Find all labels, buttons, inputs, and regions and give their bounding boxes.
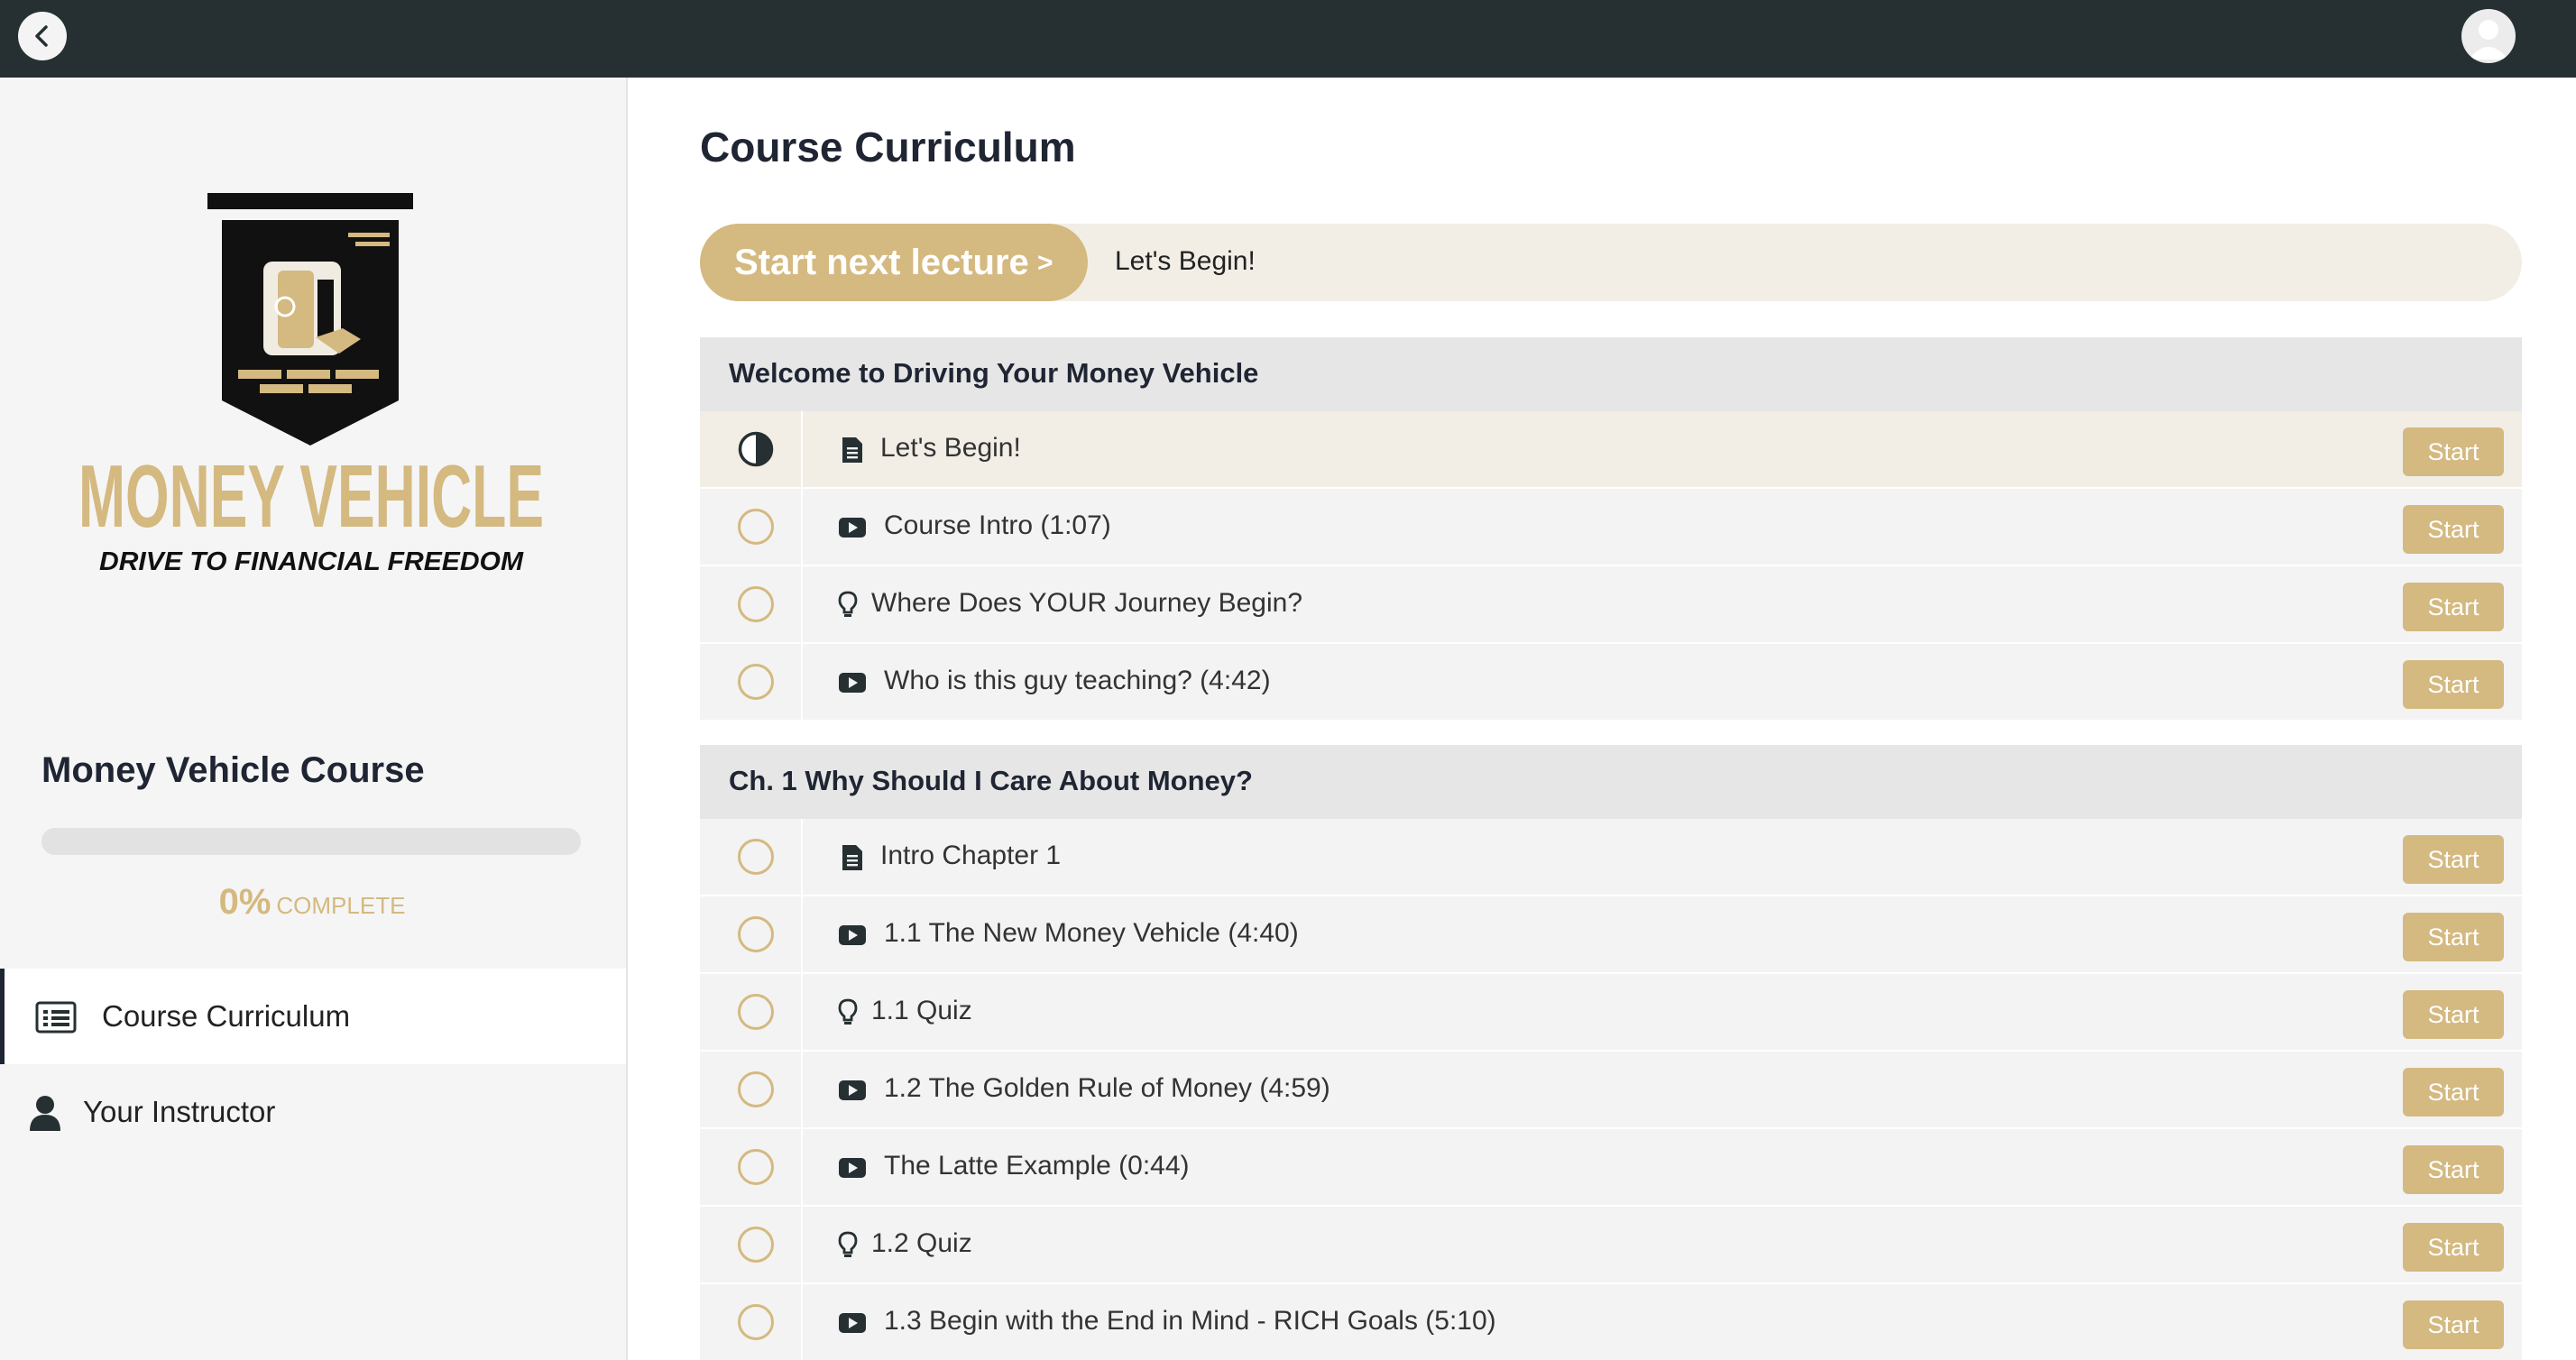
section-header: Ch. 1 Why Should I Care About Money? bbox=[700, 745, 2522, 819]
top-bar bbox=[0, 0, 2576, 78]
start-lecture-button[interactable]: Start bbox=[2403, 1300, 2504, 1349]
progress-bar bbox=[41, 828, 581, 855]
row-divider bbox=[801, 411, 803, 487]
document-icon bbox=[842, 437, 862, 463]
incomplete-status-icon bbox=[738, 509, 774, 545]
incomplete-status-icon bbox=[738, 1304, 774, 1340]
sidebar-item-label: Course Curriculum bbox=[102, 999, 351, 1033]
start-next-lecture-label: Start next lecture bbox=[734, 243, 1029, 282]
lecture-row[interactable]: 1.2 Quiz Start bbox=[700, 1207, 2522, 1282]
back-button[interactable] bbox=[18, 12, 67, 60]
half-complete-icon bbox=[738, 431, 774, 467]
start-lecture-button[interactable]: Start bbox=[2403, 1068, 2504, 1116]
video-play-icon bbox=[839, 1313, 866, 1333]
row-divider bbox=[801, 896, 803, 972]
lecture-row[interactable]: 1.2 The Golden Rule of Money (4:59) Start bbox=[700, 1052, 2522, 1127]
lecture-row[interactable]: Where Does YOUR Journey Begin? Start bbox=[700, 566, 2522, 642]
sidebar: MONEY VEHICLE DRIVE TO FINANCIAL FREEDOM… bbox=[0, 78, 628, 1360]
incomplete-status-icon bbox=[738, 1149, 774, 1185]
row-divider bbox=[801, 489, 803, 565]
incomplete-status-icon bbox=[738, 1071, 774, 1107]
lecture-title: 1.2 The Golden Rule of Money (4:59) bbox=[884, 1073, 1330, 1103]
document-icon bbox=[842, 845, 862, 870]
video-play-icon bbox=[839, 1080, 866, 1100]
lecture-row[interactable]: Let's Begin! Start bbox=[700, 411, 2522, 487]
lecture-title: Who is this guy teaching? (4:42) bbox=[884, 666, 1271, 695]
logo-brand: MONEY VEHICLE bbox=[78, 446, 544, 546]
lecture-row[interactable]: Intro Chapter 1 Start bbox=[700, 819, 2522, 895]
row-divider bbox=[801, 819, 803, 895]
lightbulb-icon bbox=[838, 998, 858, 1025]
lecture-row[interactable]: The Latte Example (0:44) Start bbox=[700, 1129, 2522, 1205]
lecture-row[interactable]: 1.3 Begin with the End in Mind - RICH Go… bbox=[700, 1284, 2522, 1360]
start-lecture-button[interactable]: Start bbox=[2403, 1223, 2504, 1272]
row-divider bbox=[801, 974, 803, 1050]
chevron-left-icon bbox=[35, 25, 48, 47]
lightbulb-icon bbox=[838, 1231, 858, 1257]
start-lecture-button[interactable]: Start bbox=[2403, 990, 2504, 1039]
section-header: Welcome to Driving Your Money Vehicle bbox=[700, 337, 2522, 411]
start-lecture-button[interactable]: Start bbox=[2403, 505, 2504, 554]
incomplete-status-icon bbox=[738, 664, 774, 700]
user-avatar-icon bbox=[2469, 20, 2508, 60]
lecture-title: The Latte Example (0:44) bbox=[884, 1151, 1190, 1181]
lecture-title: Intro Chapter 1 bbox=[880, 841, 1062, 870]
section-title: Welcome to Driving Your Money Vehicle bbox=[729, 357, 1259, 389]
page-title: Course Curriculum bbox=[700, 124, 1076, 170]
lecture-row[interactable]: Course Intro (1:07) Start bbox=[700, 489, 2522, 565]
lecture-title: 1.3 Begin with the End in Mind - RICH Go… bbox=[884, 1306, 1496, 1336]
next-lecture-title: Let's Begin! bbox=[1115, 246, 1256, 276]
video-play-icon bbox=[839, 673, 866, 693]
lightbulb-icon bbox=[838, 591, 858, 617]
incomplete-status-icon bbox=[738, 916, 774, 952]
video-play-icon bbox=[839, 1158, 866, 1178]
row-divider bbox=[801, 1129, 803, 1205]
video-play-icon bbox=[839, 925, 866, 945]
section-title: Ch. 1 Why Should I Care About Money? bbox=[729, 765, 1253, 796]
incomplete-status-icon bbox=[738, 994, 774, 1030]
video-play-icon bbox=[839, 518, 866, 538]
start-lecture-button[interactable]: Start bbox=[2403, 583, 2504, 631]
lecture-title: 1.1 The New Money Vehicle (4:40) bbox=[884, 918, 1299, 948]
progress-percent: 0% bbox=[218, 882, 271, 922]
row-divider bbox=[801, 644, 803, 720]
start-lecture-button[interactable]: Start bbox=[2403, 913, 2504, 961]
incomplete-status-icon bbox=[738, 1227, 774, 1263]
lecture-row[interactable]: 1.1 Quiz Start bbox=[700, 974, 2522, 1050]
sidebar-item-your-instructor[interactable]: Your Instructor bbox=[0, 1064, 626, 1160]
row-divider bbox=[801, 1207, 803, 1282]
course-logo: MONEY VEHICLE DRIVE TO FINANCIAL FREEDOM bbox=[72, 193, 550, 590]
incomplete-status-icon bbox=[738, 839, 774, 875]
course-title: Money Vehicle Course bbox=[41, 750, 425, 790]
user-icon bbox=[30, 1096, 60, 1131]
sidebar-item-course-curriculum[interactable]: Course Curriculum bbox=[0, 969, 626, 1064]
row-divider bbox=[801, 1284, 803, 1360]
progress-complete-label: COMPLETE bbox=[276, 892, 406, 919]
start-next-lecture-button[interactable]: Start next lecture > bbox=[700, 224, 1088, 301]
start-lecture-button[interactable]: Start bbox=[2403, 660, 2504, 709]
logo-tagline: DRIVE TO FINANCIAL FREEDOM bbox=[99, 547, 524, 576]
lecture-row[interactable]: Who is this guy teaching? (4:42) Start bbox=[700, 644, 2522, 720]
next-lecture-bar: Start next lecture > Let's Begin! bbox=[700, 224, 2522, 301]
lecture-title: Course Intro (1:07) bbox=[884, 510, 1111, 540]
start-lecture-button[interactable]: Start bbox=[2403, 427, 2504, 476]
lecture-title: 1.1 Quiz bbox=[871, 996, 972, 1025]
lecture-row[interactable]: 1.1 The New Money Vehicle (4:40) Start bbox=[700, 896, 2522, 972]
row-divider bbox=[801, 566, 803, 642]
start-lecture-button[interactable]: Start bbox=[2403, 835, 2504, 884]
row-divider bbox=[801, 1052, 803, 1127]
start-lecture-button[interactable]: Start bbox=[2403, 1145, 2504, 1194]
lecture-title: Let's Begin! bbox=[880, 433, 1021, 463]
user-avatar[interactable] bbox=[2461, 9, 2516, 63]
lecture-title: 1.2 Quiz bbox=[871, 1228, 972, 1258]
progress-text: 0% COMPLETE bbox=[0, 882, 624, 923]
sidebar-item-label: Your Instructor bbox=[83, 1095, 276, 1128]
list-icon bbox=[35, 1001, 77, 1034]
lecture-title: Where Does YOUR Journey Begin? bbox=[871, 588, 1303, 618]
chevron-right-icon: > bbox=[1037, 248, 1053, 278]
incomplete-status-icon bbox=[738, 586, 774, 622]
